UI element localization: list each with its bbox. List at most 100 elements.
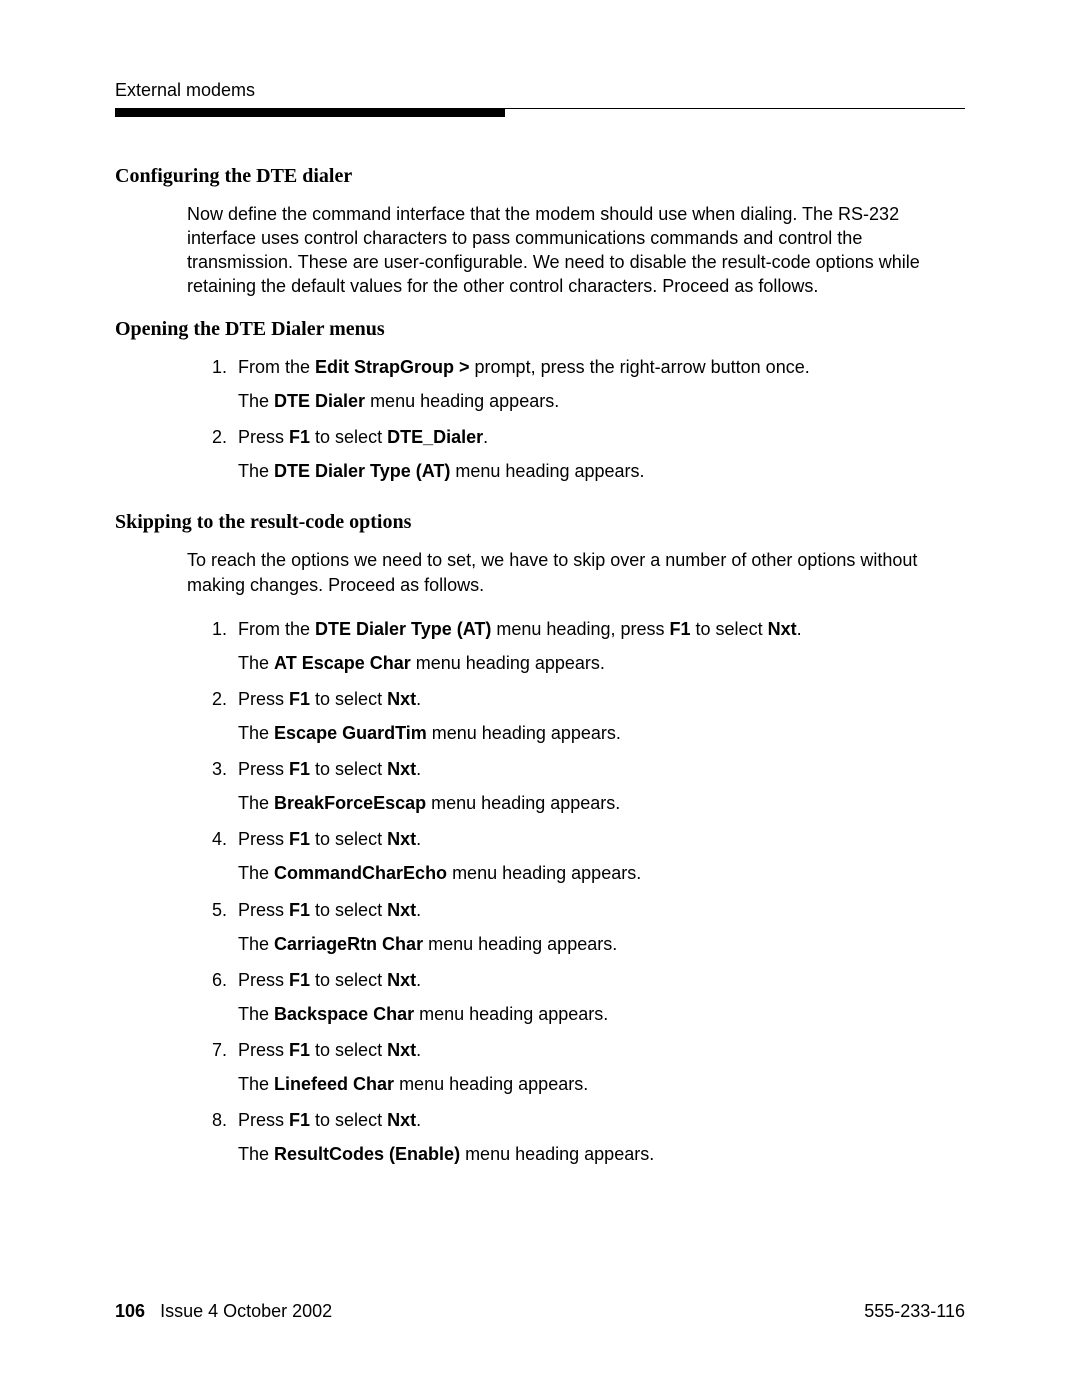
text: to select [310,759,387,779]
bold-text: Nxt [387,689,416,709]
text: to select [310,900,387,920]
text: menu heading appears. [394,1074,588,1094]
header-rule [115,108,965,117]
text: Press [238,427,289,447]
bold-text: Nxt [387,900,416,920]
step-text: Press F1 to select Nxt. [238,1110,421,1130]
list-item: From the Edit StrapGroup > prompt, press… [232,355,965,413]
list-item: Press F1 to select Nxt. The Backspace Ch… [232,968,965,1026]
step-result: The Escape GuardTim menu heading appears… [238,721,965,745]
bold-text: AT Escape Char [274,653,411,673]
bold-text: Nxt [387,1040,416,1060]
text: Press [238,759,289,779]
text: From the [238,619,315,639]
text: to select [310,427,387,447]
bold-text: Linefeed Char [274,1074,394,1094]
text: Press [238,970,289,990]
step-text: From the DTE Dialer Type (AT) menu headi… [238,619,802,639]
list-item: Press F1 to select DTE_Dialer. The DTE D… [232,425,965,483]
text: The [238,1074,274,1094]
text: to select [310,829,387,849]
text: to select [310,970,387,990]
footer: 106 Issue 4 October 2002 555-233-116 [115,1301,965,1322]
heading-opening-dte-dialer-menus: Opening the DTE Dialer menus [115,318,965,341]
text: to select [310,1110,387,1130]
step-text: Press F1 to select Nxt. [238,900,421,920]
issue-text: Issue 4 October 2002 [160,1301,332,1321]
step-result: The ResultCodes (Enable) menu heading ap… [238,1142,965,1166]
text: . [797,619,802,639]
step-text: Press F1 to select Nxt. [238,759,421,779]
text: to select [691,619,768,639]
bold-text: Nxt [768,619,797,639]
step-text: From the Edit StrapGroup > prompt, press… [238,357,810,377]
text: to select [310,689,387,709]
text: . [416,759,421,779]
bold-text: ResultCodes (Enable) [274,1144,460,1164]
footer-right: 555-233-116 [864,1301,965,1322]
bold-text: F1 [289,689,310,709]
list-item: Press F1 to select Nxt. The Escape Guard… [232,687,965,745]
text: menu heading appears. [427,723,621,743]
steps-opening: From the Edit StrapGroup > prompt, press… [187,355,965,483]
page-number: 106 [115,1301,145,1321]
heading-skipping-result-code-options: Skipping to the result-code options [115,511,965,534]
text: to select [310,1040,387,1060]
text: . [416,970,421,990]
bold-text: Escape GuardTim [274,723,427,743]
text: The [238,934,274,954]
bold-text: DTE Dialer Type (AT) [315,619,491,639]
text: Press [238,1110,289,1130]
step-text: Press F1 to select DTE_Dialer. [238,427,488,447]
bold-text: F1 [289,900,310,920]
text: menu heading appears. [365,391,559,411]
bold-text: Backspace Char [274,1004,414,1024]
text: Press [238,689,289,709]
step-text: Press F1 to select Nxt. [238,970,421,990]
bold-text: F1 [289,970,310,990]
bold-text: F1 [289,829,310,849]
text: The [238,793,274,813]
bold-text: DTE Dialer Type (AT) [274,461,450,481]
bold-text: DTE Dialer [274,391,365,411]
content: Configuring the DTE dialer Now define th… [115,165,965,1167]
text: . [416,689,421,709]
text: Press [238,1040,289,1060]
bold-text: DTE_Dialer [387,427,483,447]
bold-text: F1 [289,759,310,779]
text: . [416,1040,421,1060]
list-item: Press F1 to select Nxt. The BreakForceEs… [232,757,965,815]
list-item: Press F1 to select Nxt. The Linefeed Cha… [232,1038,965,1096]
list-item: Press F1 to select Nxt. The CommandCharE… [232,827,965,885]
bold-text: Nxt [387,759,416,779]
text: menu heading appears. [426,793,620,813]
para-intro: Now define the command interface that th… [187,202,965,298]
step-result: The Backspace Char menu heading appears. [238,1002,965,1026]
step-result: The Linefeed Char menu heading appears. [238,1072,965,1096]
bold-text: CommandCharEcho [274,863,447,883]
bold-text: BreakForceEscap [274,793,426,813]
text: From the [238,357,315,377]
text: The [238,461,274,481]
text: prompt, press the right-arrow button onc… [470,357,810,377]
text: menu heading appears. [450,461,644,481]
text: The [238,653,274,673]
bold-text: F1 [670,619,691,639]
bold-text: Nxt [387,970,416,990]
bold-text: F1 [289,1040,310,1060]
text: menu heading appears. [414,1004,608,1024]
step-text: Press F1 to select Nxt. [238,689,421,709]
step-text: Press F1 to select Nxt. [238,829,421,849]
text: menu heading, press [491,619,669,639]
text: Press [238,900,289,920]
text: The [238,1144,274,1164]
text: Press [238,829,289,849]
bold-text: CarriageRtn Char [274,934,423,954]
text: menu heading appears. [460,1144,654,1164]
text: The [238,391,274,411]
text: . [483,427,488,447]
rule-thick [115,109,505,117]
heading-configuring-dte-dialer: Configuring the DTE dialer [115,165,965,188]
bold-text: Nxt [387,829,416,849]
text: The [238,863,274,883]
